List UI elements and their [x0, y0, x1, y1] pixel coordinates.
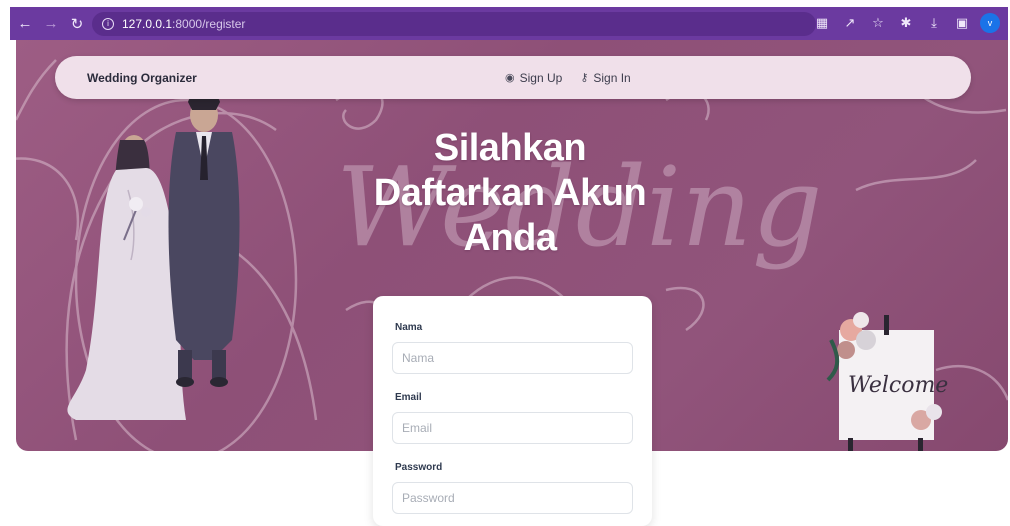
browser-toolbar: ← → ↻ i 127.0.0.1:8000/register ▦ ↗ ☆ ✱ …	[10, 7, 1008, 40]
back-arrow-icon[interactable]: ←	[14, 13, 36, 35]
bookmark-star-icon[interactable]: ☆	[868, 12, 888, 34]
top-navbar: Wedding Organizer ◉ Sign Up ⚷ Sign In	[55, 56, 971, 99]
groom-figure-icon	[168, 92, 240, 387]
brand-logo-text[interactable]: Wedding Organizer	[87, 71, 197, 85]
reload-icon[interactable]: ↻	[66, 13, 88, 35]
user-icon: ◉	[505, 72, 515, 84]
name-field-label: Nama	[395, 322, 423, 333]
nav-sign-up-link[interactable]: ◉ Sign Up	[505, 71, 562, 85]
nav-sign-in-label: Sign In	[593, 70, 631, 85]
welcome-sign-icon: Welcome	[826, 312, 948, 451]
address-bar[interactable]: i 127.0.0.1:8000/register	[92, 12, 816, 36]
bride-figure-icon	[67, 135, 186, 420]
nav-sign-up-label: Sign Up	[519, 70, 563, 85]
page-title-line-1: Silahkan	[433, 127, 587, 169]
page-title-line-2: Daftarkan Akun	[373, 172, 647, 214]
translate-icon[interactable]: ▦	[812, 12, 832, 34]
sidepanel-icon[interactable]: ▣	[952, 12, 972, 34]
nav-links: ◉ Sign Up ⚷ Sign In	[505, 71, 631, 85]
profile-avatar[interactable]: v	[980, 13, 1000, 33]
download-icon[interactable]: ⤓	[924, 12, 944, 34]
welcome-sign-text: Welcome	[848, 373, 948, 398]
name-field[interactable]	[392, 342, 633, 374]
register-form-card: Nama Email Password	[373, 296, 652, 526]
share-icon[interactable]: ↗	[840, 12, 860, 34]
site-info-icon[interactable]: i	[102, 18, 114, 30]
page-title-line-3: Anda	[463, 217, 558, 259]
email-field-label: Email	[395, 392, 422, 403]
url-host: 127.0.0.1	[122, 17, 173, 31]
password-field[interactable]	[392, 482, 633, 514]
extensions-icon[interactable]: ✱	[896, 12, 916, 34]
forward-arrow-icon[interactable]: →	[40, 13, 62, 35]
password-field-label: Password	[395, 462, 443, 473]
email-field[interactable]	[392, 412, 633, 444]
browser-actions: ▦ ↗ ☆ ✱ ⤓ ▣ v	[812, 12, 1000, 34]
page-title: Silahkan Daftarkan Akun Anda	[330, 126, 690, 261]
url-path: :8000/register	[172, 17, 246, 31]
nav-sign-in-link[interactable]: ⚷ Sign In	[580, 71, 630, 85]
key-icon: ⚷	[580, 72, 589, 84]
